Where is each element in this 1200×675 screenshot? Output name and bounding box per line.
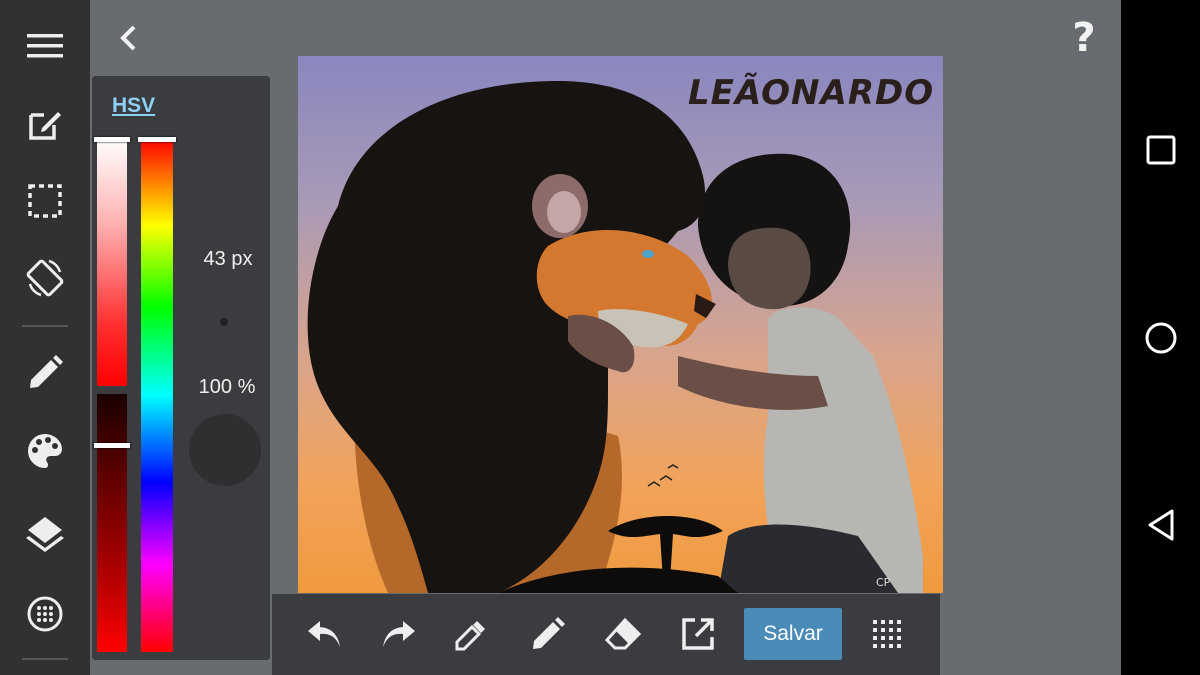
- undo-icon[interactable]: [304, 614, 344, 654]
- color-panel: HSV 43 px 100 %: [92, 76, 270, 660]
- artwork-illustration: LEÃONARDO CP: [307, 72, 934, 593]
- system-nav-bar: [1121, 0, 1200, 675]
- left-toolbar: [0, 0, 90, 675]
- rotate-icon[interactable]: [22, 255, 68, 301]
- saturation-slider[interactable]: [97, 138, 127, 386]
- home-icon[interactable]: [1138, 315, 1184, 361]
- grid-icon[interactable]: [22, 591, 68, 637]
- eyedropper-icon[interactable]: [452, 614, 492, 654]
- opacity-label: 100 %: [198, 376, 256, 398]
- artist-signature: CP: [876, 576, 891, 589]
- toolbar-divider: [22, 658, 68, 660]
- color-preview: [189, 414, 261, 486]
- open-external-icon[interactable]: [678, 614, 718, 654]
- bottom-toolbar: Salvar: [272, 594, 940, 675]
- hsv-tab[interactable]: HSV: [112, 94, 155, 118]
- drawing-canvas[interactable]: LEÃONARDO CP: [298, 56, 943, 593]
- artwork-title: LEÃONARDO: [688, 72, 934, 113]
- save-button[interactable]: Salvar: [744, 608, 842, 660]
- pencil-icon[interactable]: [528, 614, 568, 654]
- help-button[interactable]: ?: [1066, 15, 1102, 61]
- edit-icon[interactable]: [22, 101, 68, 147]
- hue-handle[interactable]: [138, 137, 176, 142]
- brightness-handle[interactable]: [94, 443, 130, 448]
- brush-size-preview: [220, 318, 228, 326]
- selection-icon[interactable]: [22, 178, 68, 224]
- chevron-left-icon: [120, 25, 136, 51]
- menu-icon[interactable]: [22, 23, 68, 69]
- brush-size-label: 43 px: [203, 248, 253, 270]
- palette-icon[interactable]: [22, 428, 68, 474]
- brush-icon[interactable]: [22, 350, 68, 396]
- apps-grid-icon[interactable]: [867, 614, 907, 654]
- layers-icon[interactable]: [22, 510, 68, 556]
- toolbar-divider: [22, 325, 68, 327]
- back-button[interactable]: [112, 20, 144, 56]
- back-nav-icon[interactable]: [1138, 502, 1184, 548]
- brightness-slider[interactable]: [97, 394, 127, 652]
- saturation-handle[interactable]: [94, 137, 130, 142]
- hue-slider[interactable]: [141, 138, 173, 652]
- recent-apps-icon[interactable]: [1138, 127, 1184, 173]
- eraser-icon[interactable]: [603, 614, 643, 654]
- redo-icon[interactable]: [379, 614, 419, 654]
